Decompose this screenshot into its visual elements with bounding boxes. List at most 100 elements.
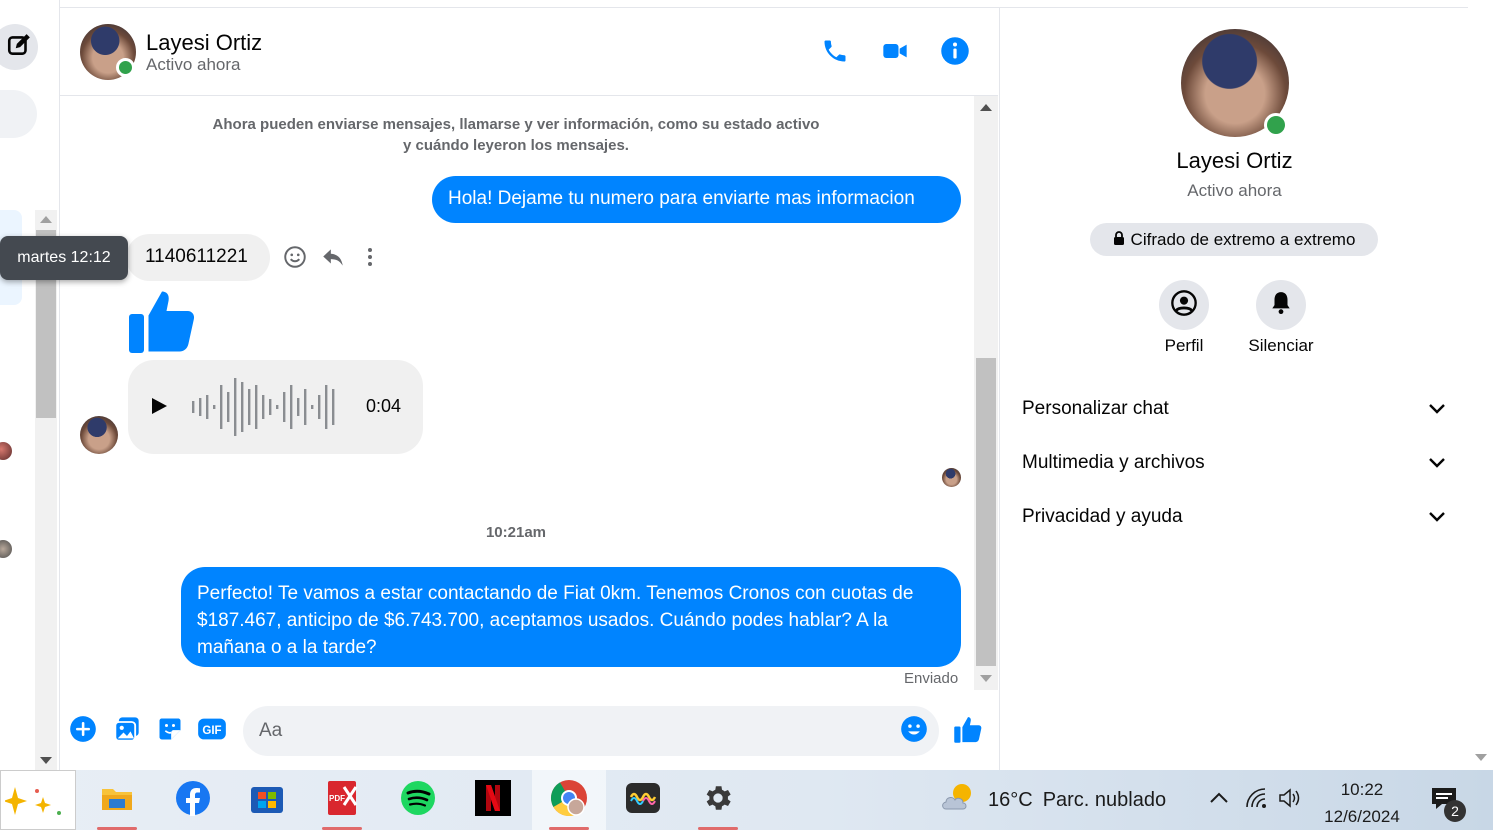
online-indicator [1264, 113, 1288, 137]
show-hidden-icons-button[interactable] [1207, 788, 1231, 812]
audio-duration: 0:04 [366, 396, 402, 416]
encryption-badge[interactable]: Cifrado de extremo a extremo [1090, 223, 1378, 256]
chat-list-sidebar [0, 0, 60, 770]
sticker-icon [156, 715, 184, 748]
settings-gear-icon [702, 782, 734, 819]
svg-text:GIF: GIF [202, 725, 221, 737]
message-composer: GIF [60, 690, 998, 770]
react-emoji-icon[interactable] [282, 244, 308, 275]
chat-list-scrollbar[interactable] [35, 210, 57, 770]
like-sticker-icon[interactable] [126, 284, 198, 361]
facebook-taskbar-button[interactable] [173, 780, 213, 820]
play-icon[interactable] [152, 398, 167, 414]
scroll-down-arrow[interactable] [40, 757, 52, 764]
notification-count-badge: 2 [1444, 800, 1466, 822]
section-privacy-help[interactable]: Privacidad y ayuda [1022, 502, 1446, 532]
mute-label: Silenciar [1248, 336, 1314, 355]
wifi-icon [1245, 787, 1269, 814]
microsoft-store-icon [249, 781, 285, 820]
store-taskbar-button[interactable] [247, 780, 287, 820]
copilot-button[interactable] [0, 770, 76, 830]
scroll-up-arrow[interactable] [980, 104, 992, 111]
more-options-icon[interactable] [360, 244, 380, 275]
partly-cloudy-icon [940, 781, 978, 819]
scroll-thumb[interactable] [976, 358, 996, 666]
chevron-down-icon [1428, 454, 1446, 476]
network-button[interactable] [1244, 787, 1270, 814]
message-input[interactable] [243, 706, 939, 756]
chrome-taskbar-button[interactable] [549, 779, 589, 822]
weather-description: Parc. nublado [1042, 788, 1167, 811]
search-chats-field[interactable] [0, 90, 37, 138]
windows-taskbar: PDF 16°C Parc. nublado 10:22 12/6/2024 2 [0, 770, 1493, 830]
message-text: Perfecto! Te vamos a estar contactando d… [197, 583, 914, 604]
section-personalize-chat[interactable]: Personalizar chat [1022, 394, 1446, 424]
sender-avatar[interactable] [80, 416, 118, 454]
conversation-info-button[interactable] [938, 36, 972, 70]
send-like-button[interactable] [953, 716, 983, 746]
section-label: Privacidad y ayuda [1022, 506, 1183, 527]
thumbs-up-icon [953, 714, 983, 749]
lock-icon [1113, 230, 1125, 250]
sticker-button[interactable] [155, 716, 185, 746]
system-clock[interactable]: 10:22 12/6/2024 [1312, 776, 1412, 830]
chevron-down-icon [1428, 508, 1446, 530]
gif-button[interactable]: GIF [197, 716, 227, 746]
bell-icon [1268, 290, 1294, 321]
mute-button[interactable] [1256, 280, 1306, 330]
info-icon [940, 36, 970, 71]
chrome-icon [550, 779, 588, 822]
contact-status: Activo ahora [146, 55, 241, 74]
spotify-taskbar-button[interactable] [398, 780, 438, 820]
svg-text:PDF: PDF [329, 794, 345, 803]
reply-icon[interactable] [320, 244, 346, 275]
new-message-button[interactable] [0, 24, 38, 70]
messages-scrollbar[interactable] [974, 96, 998, 690]
scroll-up-arrow[interactable] [40, 216, 52, 223]
emoji-button[interactable] [899, 715, 929, 746]
system-notice-line: y cuándo leyeron los mensajes. [403, 137, 629, 154]
message-time-tooltip: martes 12:12 [0, 236, 128, 280]
scroll-down-arrow[interactable] [980, 675, 992, 682]
profile-button[interactable] [1159, 280, 1209, 330]
scroll-down-arrow[interactable] [1475, 754, 1487, 761]
image-icon [113, 715, 141, 748]
video-call-button[interactable] [878, 36, 912, 70]
section-label: Personalizar chat [1022, 398, 1169, 419]
outgoing-message[interactable]: Hola! Dejame tu numero para enviarte mas… [432, 176, 961, 223]
incoming-message[interactable]: 1140611221 [126, 234, 270, 281]
system-notice-line: Ahora pueden enviarse mensajes, llamarse… [212, 116, 820, 133]
netflix-taskbar-button[interactable] [473, 779, 513, 820]
weather-widget[interactable]: 16°C Parc. nublado [940, 784, 1166, 816]
message-actions [282, 244, 382, 274]
top-border [0, 0, 1468, 8]
file-explorer-taskbar-button[interactable] [97, 780, 137, 820]
speaker-icon [1278, 787, 1302, 814]
more-actions-button[interactable] [68, 715, 98, 746]
conversation-details-panel: Layesi Ortiz Activo ahora Cifrado de ext… [999, 8, 1468, 770]
facebook-icon [175, 780, 211, 821]
section-media-files[interactable]: Multimedia y archivos [1022, 448, 1446, 478]
pdf-app-taskbar-button[interactable]: PDF [322, 780, 362, 820]
waveform-icon [192, 376, 338, 443]
contact-name: Layesi Ortiz [1176, 148, 1293, 173]
outgoing-message[interactable]: Perfecto! Te vamos a estar contactando d… [181, 567, 961, 667]
page-scrollbar[interactable] [1468, 0, 1493, 770]
app-taskbar-button[interactable] [623, 780, 663, 820]
attach-media-button[interactable] [112, 716, 142, 746]
profile-label: Perfil [1164, 336, 1204, 355]
chat-list-avatar[interactable] [0, 540, 12, 558]
section-label: Multimedia y archivos [1022, 452, 1205, 473]
audio-message[interactable]: 0:04 [128, 360, 423, 454]
chevron-up-icon [1209, 791, 1229, 810]
chat-list-avatar[interactable] [0, 442, 12, 460]
user-circle-icon [1170, 289, 1198, 322]
message-timestamp: 10:21am [485, 524, 547, 541]
clock-time: 10:22 [1340, 780, 1384, 799]
volume-button[interactable] [1277, 787, 1303, 814]
message-list[interactable]: Ahora pueden enviarse mensajes, llamarse… [60, 96, 998, 690]
contact-name[interactable]: Layesi Ortiz [146, 30, 262, 56]
audio-call-button[interactable] [818, 36, 852, 70]
compose-icon [6, 32, 32, 63]
settings-taskbar-button[interactable] [698, 780, 738, 820]
